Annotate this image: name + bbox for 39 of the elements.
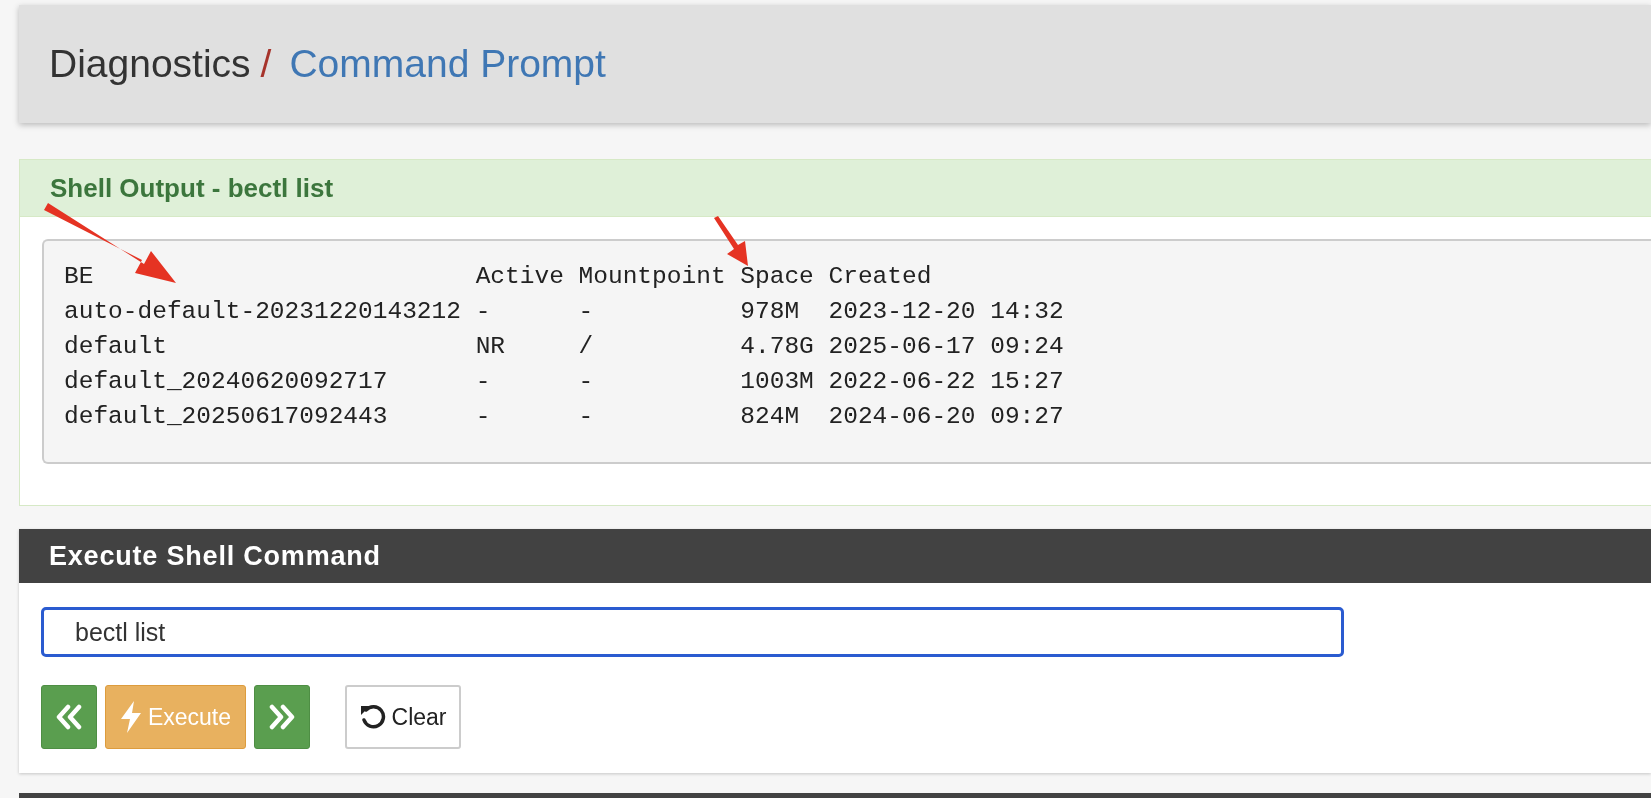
double-chevron-left-icon [55, 704, 83, 730]
breadcrumb-separator: / [260, 42, 272, 86]
output-cell: 4.78G [740, 333, 814, 360]
lightning-icon [119, 701, 142, 733]
output-cell-text: 978M [740, 298, 801, 325]
panel-heading: Execute Shell Command [19, 529, 1651, 583]
output-cell-text: - [475, 403, 492, 430]
breadcrumb-section: Diagnostics [49, 42, 251, 86]
command-field[interactable]: bectl list [41, 607, 1344, 657]
output-cell-text: - [578, 403, 595, 430]
column-header: Created [828, 263, 933, 290]
output-cell: 1003M [740, 368, 814, 395]
output-cell: 2023-12-20 14:32 [828, 298, 1064, 325]
output-cell-text: NR [475, 333, 507, 360]
panel-heading: Shell Output - bectl list [20, 160, 1651, 217]
breadcrumb-page[interactable]: Command Prompt [289, 42, 606, 86]
output-cell: auto-default-20231220143212 [64, 298, 461, 325]
arrow [714, 216, 748, 266]
output-cell-text: 824M [740, 403, 801, 430]
next-button[interactable] [254, 685, 310, 749]
undo-icon [359, 704, 386, 730]
column-header: BE [64, 263, 95, 290]
clear-button[interactable]: Clear [345, 685, 461, 749]
output-cell-text: / [578, 333, 595, 360]
output-cell-text: default_20240620092717 [64, 368, 389, 395]
output-cell: 2022-06-22 15:27 [828, 368, 1064, 395]
previous-button[interactable] [41, 685, 97, 749]
output-cell-text: - [475, 368, 492, 395]
output-cell-text: - [578, 368, 595, 395]
double-chevron-right-icon [268, 704, 296, 730]
output-cell: 2025-06-17 09:24 [828, 333, 1064, 360]
column-header: Mountpoint [578, 263, 726, 290]
output-cell-text: default [64, 333, 168, 360]
column-header: Space [740, 263, 814, 290]
output-cell-text: default_20250617092443 [64, 403, 389, 430]
column-header: Active [475, 263, 564, 290]
output-cell-text: - [578, 298, 595, 325]
output-cell: 2024-06-20 09:27 [828, 403, 1064, 430]
output-cell-text: - [475, 298, 492, 325]
